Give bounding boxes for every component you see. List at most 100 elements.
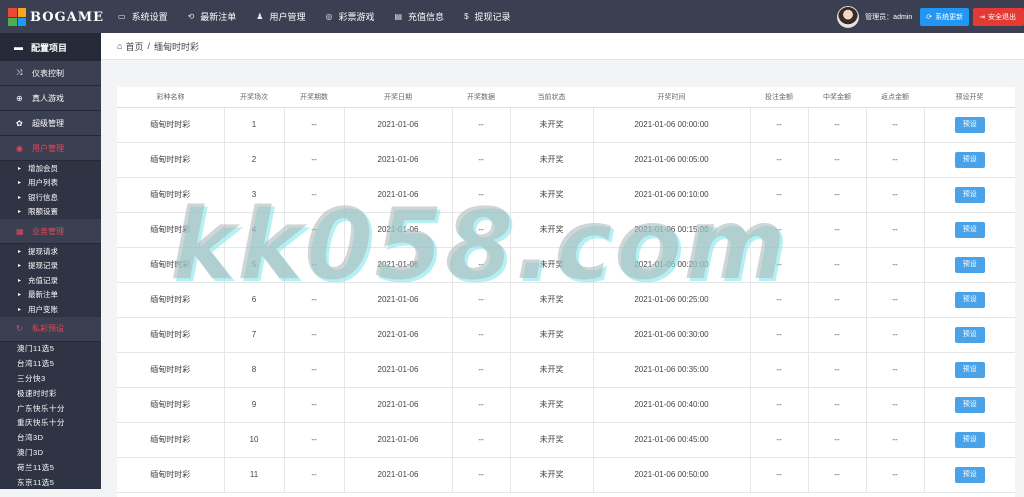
- preset-button[interactable]: 预设: [954, 221, 985, 238]
- sidebar-lottery-item[interactable]: 澳门11选5: [0, 342, 101, 357]
- table-cell: --: [749, 457, 809, 493]
- sidebar-sub-business-1[interactable]: ▸ 提现记录: [0, 259, 101, 274]
- system-update-button[interactable]: ⟳ 系统更新: [920, 7, 970, 26]
- table-cell: --: [451, 212, 511, 248]
- table-cell: --: [749, 282, 809, 318]
- topnav-item-3[interactable]: ◎ 彩票游戏: [315, 0, 384, 33]
- table-cell: 2021-01-06: [343, 177, 453, 213]
- preset-button[interactable]: 预设: [954, 256, 985, 273]
- preset-button[interactable]: 预设: [954, 151, 985, 168]
- sidebar-sub-user-0[interactable]: ▸ 增加会员: [0, 161, 101, 176]
- sidebar-sub-business-2[interactable]: ▸ 充值记录: [0, 273, 101, 288]
- table-cell: --: [807, 422, 867, 458]
- brand-logo-icon: [8, 8, 26, 26]
- preset-button[interactable]: 预设: [954, 396, 985, 413]
- sidebar-sub-business-4[interactable]: ▸ 用户变账: [0, 302, 101, 317]
- table-cell: --: [807, 107, 867, 143]
- preset-button[interactable]: 预设: [954, 361, 985, 378]
- topnav-item-0[interactable]: ▭ 系统设置: [108, 0, 178, 33]
- table-row: 缅甸时时彩 9 -- 2021-01-06 -- 未开奖 2021-01-06 00:40:…: [117, 387, 1015, 423]
- table-cell: 未开奖: [509, 457, 594, 493]
- topnav-item-4[interactable]: ▤ 充值信息: [384, 0, 454, 33]
- sidebar-lottery-item[interactable]: 重庆快乐十分: [0, 415, 101, 430]
- submenu-label: 提现记录: [28, 261, 59, 271]
- breadcrumb-home[interactable]: 首页: [125, 40, 143, 53]
- sidebar-lottery-item[interactable]: 广东快乐十分: [0, 401, 101, 416]
- sidebar-sub-user-2[interactable]: ▸ 银行信息: [0, 190, 101, 205]
- main-content: ⌂ 首页 / 缅甸时时彩 彩种名称 开奖场次 开奖期数 开奖日期 开奖数据 当前状态 开奖时…: [101, 33, 1024, 497]
- table-row: 缅甸时时彩 7 -- 2021-01-06 -- 未开奖 2021-01-06 00:30:…: [117, 317, 1015, 353]
- sidebar-menu-business[interactable]: ▦ 业务管理: [0, 219, 101, 244]
- menu-icon: ▦: [16, 226, 24, 236]
- column-header: 预设开奖: [924, 87, 1015, 108]
- admin-avatar[interactable]: [837, 5, 860, 28]
- table-row: 缅甸时时彩 1 -- 2021-01-06 -- 未开奖 2021-01-06 00:00:…: [117, 107, 1015, 143]
- table-cell: --: [451, 317, 511, 353]
- table-cell: 缅甸时时彩: [117, 247, 225, 283]
- table-cell: 未开奖: [509, 247, 594, 283]
- table-cell: --: [807, 282, 867, 318]
- logout-label: 安全退出: [988, 13, 1016, 21]
- sidebar-menu-0[interactable]: ⤨ 仪表控制: [0, 61, 101, 86]
- sidebar-sub-user-1[interactable]: ▸ 用户列表: [0, 176, 101, 191]
- draw-table: 彩种名称 开奖场次 开奖期数 开奖日期 开奖数据 当前状态 开奖时间 投注金额 中奖金额 返点金额…: [117, 87, 1015, 493]
- dollar-icon: $: [464, 12, 469, 21]
- submenu-label: 限额设置: [28, 207, 59, 217]
- topnav-item-5[interactable]: $ 提现记录: [454, 0, 520, 33]
- sidebar-menu-preset[interactable]: ↻ 私彩预设: [0, 316, 101, 342]
- table-cell: --: [749, 177, 809, 213]
- menu-icon: ✿: [16, 118, 23, 128]
- sidebar-menu-user[interactable]: ◉ 用户管理: [0, 136, 101, 161]
- preset-button[interactable]: 预设: [954, 431, 985, 448]
- submenu-label: 用户变账: [28, 304, 59, 314]
- topnav-label: 充值信息: [408, 12, 445, 22]
- preset-button[interactable]: 预设: [954, 326, 985, 343]
- sidebar-lottery-item[interactable]: 三分快3: [0, 371, 101, 386]
- preset-button[interactable]: 预设: [954, 186, 985, 203]
- table-cell: 预设: [923, 387, 1015, 423]
- sidebar-sub-business-3[interactable]: ▸ 最新注单: [0, 288, 101, 303]
- table-cell: 2: [223, 142, 285, 178]
- table-cell: 预设: [923, 457, 1015, 493]
- submenu-label: 增加会员: [28, 163, 59, 173]
- table-cell: 缅甸时时彩: [117, 107, 225, 143]
- logout-button[interactable]: ⇥ 安全退出: [973, 7, 1024, 26]
- sidebar-lottery-item[interactable]: 台湾11选5: [0, 356, 101, 371]
- sidebar-menu-2[interactable]: ✿ 超级管理: [0, 111, 101, 136]
- sidebar-lottery-item[interactable]: 台湾3D: [0, 430, 101, 445]
- table-cell: --: [865, 142, 925, 178]
- table-cell: 预设: [923, 282, 1015, 318]
- table-cell: --: [283, 317, 345, 353]
- table-cell: --: [283, 282, 345, 318]
- sidebar-lottery-item[interactable]: 极速时时彩: [0, 386, 101, 401]
- sidebar-lottery-item[interactable]: 东京11选5: [0, 475, 101, 489]
- table-cell: 预设: [923, 177, 1015, 213]
- breadcrumb: ⌂ 首页 / 缅甸时时彩: [101, 33, 1024, 60]
- sidebar-lottery-item[interactable]: 荷兰11选5: [0, 460, 101, 475]
- brand-logo[interactable]: BOGAME: [8, 8, 104, 26]
- table-cell: 4: [223, 212, 285, 248]
- topnav-item-1[interactable]: ⟲ 最新注单: [178, 0, 247, 33]
- logout-icon: ⇥: [979, 13, 985, 21]
- table-cell: 2021-01-06 00:10:00: [592, 177, 751, 213]
- preset-button[interactable]: 预设: [954, 291, 985, 308]
- sidebar-menu-1[interactable]: ⊕ 真人游戏: [0, 86, 101, 111]
- sidebar-sub-business-0[interactable]: ▸ 提现请求: [0, 244, 101, 259]
- table-cell: 8: [223, 352, 285, 388]
- table-cell: --: [865, 107, 925, 143]
- preset-button[interactable]: 预设: [954, 466, 985, 483]
- table-cell: --: [865, 422, 925, 458]
- topnav-label: 彩票游戏: [338, 12, 375, 22]
- top-menu: ▭ 系统设置 ⟲ 最新注单 ♟ 用户管理 ◎ 彩票游戏 ▤ 充值信息 $ 提现记录: [108, 0, 521, 33]
- table-row: 缅甸时时彩 6 -- 2021-01-06 -- 未开奖 2021-01-06 00:25:…: [117, 282, 1015, 318]
- table-cell: 缅甸时时彩: [117, 457, 225, 493]
- sidebar-lottery-item[interactable]: 澳门3D: [0, 445, 101, 460]
- table-cell: --: [749, 142, 809, 178]
- topnav-item-2[interactable]: ♟ 用户管理: [246, 0, 315, 33]
- lottery-icon: ◎: [325, 12, 333, 21]
- sidebar-sub-user-3[interactable]: ▸ 限额设置: [0, 205, 101, 220]
- table-cell: --: [451, 142, 511, 178]
- preset-button[interactable]: 预设: [954, 116, 985, 133]
- menu-label: 私彩预设: [32, 324, 64, 333]
- admin-label: 管理员：admin: [865, 13, 913, 21]
